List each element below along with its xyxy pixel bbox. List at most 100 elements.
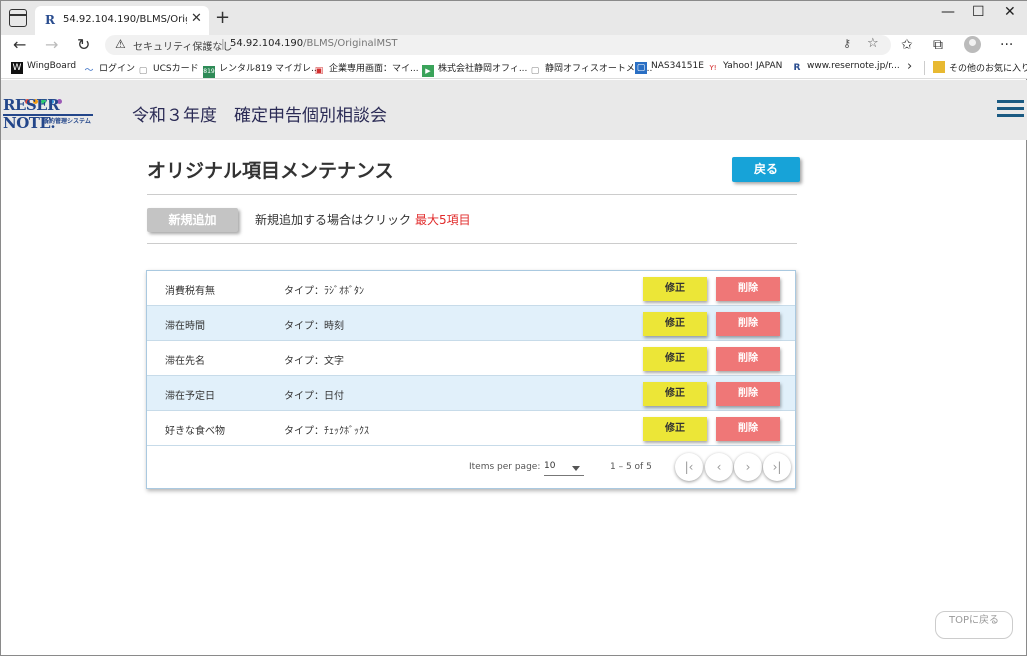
profile-avatar[interactable] bbox=[964, 36, 981, 53]
tab-bar: R 54.92.104.190/BLMS/OriginalMS ✕ + — ☐ … bbox=[1, 1, 1027, 35]
tab-actions-icon[interactable] bbox=[9, 9, 27, 27]
table-row: 好きな食べ物 タイプ：ﾁｪｯｸﾎﾞｯｸｽ 修正 削除 bbox=[147, 411, 795, 446]
table-row: 滞在予定日 タイプ：日付 修正 削除 bbox=[147, 376, 795, 411]
item-name: 好きな食べ物 bbox=[165, 426, 225, 437]
table-row: 消費税有無 タイプ：ﾗｼﾞｵﾎﾞﾀﾝ 修正 削除 bbox=[147, 271, 795, 306]
navigation-bar: ← → ↻ ⚠ セキュリティ保護なし | 54.92.104.190/BLMS/… bbox=[1, 35, 1027, 57]
security-label[interactable]: セキュリティ保護なし bbox=[133, 38, 232, 53]
bookmark-label: レンタル819 マイガレ... bbox=[219, 64, 320, 74]
bookmark-icon: 819 bbox=[203, 66, 215, 78]
app-header: RESER NOTE. 予約管理システム 令和３年度 確定申告個別相談会 bbox=[1, 80, 1027, 140]
forward-arrow-icon[interactable]: → bbox=[45, 35, 58, 55]
bookmark-item[interactable]: ▢ NAS34151E bbox=[635, 61, 704, 74]
address-bar[interactable]: ⚠ セキュリティ保護なし | 54.92.104.190/BLMS/Origin… bbox=[105, 35, 891, 55]
bookmark-label: Yahoo! JAPAN bbox=[723, 61, 783, 71]
more-menu-icon[interactable]: ··· bbox=[1000, 35, 1013, 55]
items-per-page-value: 10 bbox=[544, 461, 556, 471]
bookmark-item[interactable]: 〜ログイン bbox=[83, 61, 135, 77]
url-host: 54.92.104.190 bbox=[230, 38, 304, 49]
bookmark-item[interactable]: 819 レンタル819 マイガレ... bbox=[203, 61, 320, 78]
edit-button[interactable]: 修正 bbox=[643, 382, 707, 406]
favorites-icon[interactable]: ✩ bbox=[901, 35, 913, 55]
favicon-icon: R bbox=[45, 13, 55, 27]
divider bbox=[147, 243, 797, 244]
item-name: 消費税有無 bbox=[165, 286, 215, 297]
bookmark-item[interactable]: ▢ 静岡オフィスオートメー... bbox=[529, 61, 653, 77]
item-type: タイプ：ﾗｼﾞｵﾎﾞﾀﾝ bbox=[284, 286, 364, 297]
browser-window: R 54.92.104.190/BLMS/OriginalMS ✕ + — ☐ … bbox=[0, 0, 1027, 656]
bookmarks-bar: W WingBoard 〜ログイン ▢ UCSカード 819 レンタル819 マイガレ… bbox=[1, 57, 1027, 79]
items-per-page-label: Items per page: bbox=[469, 462, 541, 472]
page-range: 1 – 5 of 5 bbox=[610, 462, 652, 472]
bookmark-label: ログイン bbox=[99, 64, 136, 74]
logo-subtitle: 予約管理システム bbox=[43, 118, 91, 125]
url-separator: | bbox=[221, 37, 225, 50]
bookmark-icon: 〜 bbox=[84, 66, 94, 76]
previous-page-icon[interactable]: ‹ bbox=[705, 453, 733, 481]
items-per-page-select[interactable]: 10 bbox=[544, 458, 584, 476]
bookmark-label: 企業専用画面：マイ... bbox=[329, 64, 419, 74]
bookmark-icon: W bbox=[11, 62, 23, 74]
back-to-top-button[interactable]: TOPに戻る bbox=[935, 611, 1013, 639]
delete-button[interactable]: 削除 bbox=[716, 347, 780, 371]
edit-button[interactable]: 修正 bbox=[643, 417, 707, 441]
table-row: 滞在時間 タイプ：時刻 修正 削除 bbox=[147, 306, 795, 341]
delete-button[interactable]: 削除 bbox=[716, 417, 780, 441]
key-icon[interactable]: ⚷ bbox=[843, 37, 851, 50]
warning-icon[interactable]: ⚠ bbox=[115, 37, 126, 51]
tab-title: 54.92.104.190/BLMS/OriginalMS bbox=[63, 14, 187, 25]
original-items-table: 消費税有無 タイプ：ﾗｼﾞｵﾎﾞﾀﾝ 修正 削除 滞在時間 タイプ：時刻 修正 … bbox=[146, 270, 796, 489]
refresh-icon[interactable]: ↻ bbox=[77, 35, 90, 55]
dropdown-arrow-icon bbox=[572, 466, 580, 471]
bookmark-icon: ▣ bbox=[314, 66, 324, 76]
bookmark-item[interactable]: Y! Yahoo! JAPAN bbox=[707, 61, 782, 74]
bookmark-icon: Y! bbox=[709, 64, 717, 72]
next-page-icon[interactable]: › bbox=[734, 453, 762, 481]
item-name: 滞在先名 bbox=[165, 356, 205, 367]
item-type: タイプ：時刻 bbox=[284, 321, 344, 332]
bookmark-icon: R bbox=[793, 63, 801, 73]
edit-button[interactable]: 修正 bbox=[643, 312, 707, 336]
browser-tab[interactable]: R 54.92.104.190/BLMS/OriginalMS ✕ bbox=[35, 6, 209, 35]
item-type: タイプ：文字 bbox=[284, 356, 344, 367]
bookmark-icon: ▢ bbox=[138, 66, 148, 76]
url-text[interactable]: 54.92.104.190/BLMS/OriginalMST bbox=[230, 38, 398, 49]
bookmark-item[interactable]: ▶ 株式会社静岡オフィ... bbox=[422, 61, 527, 77]
bookmark-item[interactable]: ▢ UCSカード bbox=[137, 61, 199, 77]
edit-button[interactable]: 修正 bbox=[643, 277, 707, 301]
divider bbox=[147, 194, 797, 195]
bookmark-item[interactable]: ▣ 企業専用画面：マイ... bbox=[313, 61, 419, 77]
collections-icon[interactable]: ⧉ bbox=[933, 35, 943, 55]
other-bookmarks[interactable]: その他のお気に入り bbox=[933, 61, 1027, 74]
first-page-icon[interactable]: |‹ bbox=[675, 453, 703, 481]
folder-icon bbox=[933, 61, 945, 73]
new-tab-icon[interactable]: + bbox=[215, 7, 230, 28]
paginator: Items per page: 10 1 – 5 of 5 |‹ ‹ › ›| bbox=[147, 448, 795, 488]
edit-button[interactable]: 修正 bbox=[643, 347, 707, 371]
other-bookmarks-label: その他のお気に入り bbox=[949, 64, 1027, 74]
chevron-right-icon[interactable]: › bbox=[907, 59, 912, 74]
close-window-icon[interactable]: ✕ bbox=[1004, 4, 1016, 20]
delete-button[interactable]: 削除 bbox=[716, 382, 780, 406]
bookmark-label: WingBoard bbox=[27, 61, 77, 71]
minimize-icon[interactable]: — bbox=[941, 4, 955, 20]
favorite-star-icon[interactable]: ☆ bbox=[867, 36, 879, 51]
add-new-button[interactable]: 新規追加 bbox=[147, 208, 238, 232]
bookmark-item[interactable]: W WingBoard bbox=[11, 61, 76, 74]
hamburger-menu-icon[interactable] bbox=[997, 100, 1024, 118]
table-row: 滞在先名 タイプ：文字 修正 削除 bbox=[147, 341, 795, 376]
item-name: 滞在予定日 bbox=[165, 391, 215, 402]
back-arrow-icon[interactable]: ← bbox=[13, 35, 26, 55]
delete-button[interactable]: 削除 bbox=[716, 277, 780, 301]
reser-note-logo[interactable]: RESER NOTE. 予約管理システム bbox=[3, 86, 97, 132]
close-tab-icon[interactable]: ✕ bbox=[191, 11, 202, 26]
maximize-icon[interactable]: ☐ bbox=[972, 4, 985, 20]
bookmark-icon: ▢ bbox=[530, 66, 540, 76]
last-page-icon[interactable]: ›| bbox=[763, 453, 791, 481]
delete-button[interactable]: 削除 bbox=[716, 312, 780, 336]
item-type: タイプ：日付 bbox=[284, 391, 344, 402]
bookmark-item[interactable]: Rwww.resernote.jp/r... bbox=[791, 61, 900, 74]
bookmark-label: UCSカード bbox=[153, 64, 199, 74]
bookmark-label: 株式会社静岡オフィ... bbox=[438, 64, 528, 74]
back-button[interactable]: 戻る bbox=[732, 157, 800, 182]
